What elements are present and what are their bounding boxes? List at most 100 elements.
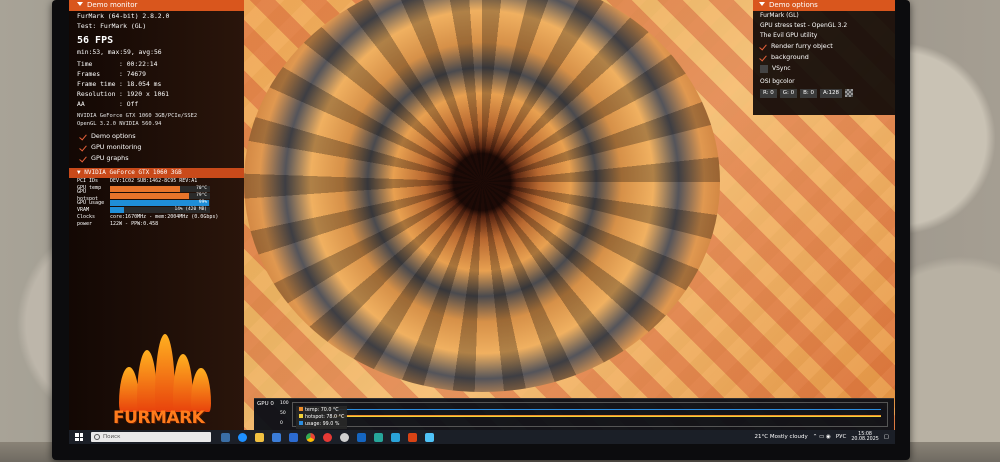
windows-start-icon[interactable] <box>75 433 83 441</box>
gpu-bar-value: 79°C <box>196 192 207 198</box>
gpu-info-2: OpenGL 3.2.0 NVIDIA 560.94 <box>77 121 162 127</box>
collapse-icon <box>759 2 765 6</box>
bgcolor-inputs: R: 0 G: 0 B: 0 A:128 <box>753 89 895 98</box>
flame-shape <box>137 350 157 412</box>
stats-list: Time: 00:22:14 Frames: 74679 Frame time: 1… <box>69 59 244 109</box>
gpu-row-text: DEV:1C02 SUB:1462-8C95 REV:A1 <box>110 178 198 184</box>
mail-icon[interactable] <box>289 432 298 442</box>
language-indicator[interactable]: РУС <box>836 434 847 440</box>
task-view-icon[interactable] <box>221 432 230 442</box>
stat-value: 1920 x 1061 <box>126 90 170 98</box>
stat-label: Frames <box>77 70 101 78</box>
gpu-bar-value: 14% (420 MB) <box>174 207 207 213</box>
checkmark-icon <box>79 133 87 141</box>
tray-icons[interactable]: ⌃ ▭ ◉ <box>813 434 831 440</box>
stat-value: Off <box>126 100 139 108</box>
test-name: Test: FurMark (GL) <box>77 22 147 30</box>
flame-shape <box>191 368 211 412</box>
bgcolor-a-input[interactable]: A:128 <box>820 89 843 98</box>
bgcolor-b-input[interactable]: B: 0 <box>800 89 818 98</box>
left-checks: Demo options GPU monitoring GPU graphs <box>69 131 244 164</box>
background-checkbox[interactable]: background <box>753 52 895 63</box>
demo-monitor-header[interactable]: Demo monitor <box>69 0 244 11</box>
app-icon[interactable] <box>340 432 349 442</box>
furmark-taskbar-icon[interactable] <box>408 432 417 442</box>
checkbox-empty-icon <box>760 64 768 73</box>
option-checkbox[interactable]: GPU graphs <box>69 153 244 164</box>
gpu-bar-fill <box>110 200 209 207</box>
gpu-bar: 14% (420 MB) <box>110 207 210 214</box>
stat-value: 00:22:14 <box>126 60 158 68</box>
opera-icon[interactable] <box>323 432 332 442</box>
option-line: The Evil GPU utility <box>760 32 818 39</box>
gpu-bar-fill <box>110 192 189 199</box>
weather-widget[interactable]: 21°C Mostly cloudy <box>755 434 808 440</box>
gpu-bar: 79°C <box>110 192 210 199</box>
taskbar-search[interactable]: Поиск <box>91 432 211 442</box>
graph-ymid: 50 <box>280 411 286 416</box>
gpu-row-text: 122W - PPW:0.458 <box>110 221 159 228</box>
monitor: Demo monitor FurMark (64-bit) 2.8.2.0 Te… <box>52 0 910 460</box>
taskbar-apps <box>221 432 434 442</box>
vsync-checkbox[interactable]: VSync <box>753 63 895 74</box>
file-explorer-icon[interactable] <box>255 432 264 442</box>
legend-swatch <box>299 407 303 411</box>
graph-plot-area <box>292 402 888 427</box>
gpu-row-label: GPU usage <box>77 199 105 206</box>
stat-label: Time <box>77 60 93 68</box>
store-icon[interactable] <box>272 432 281 442</box>
option-line: GPU stress test - OpenGL 3.2 <box>760 22 848 29</box>
stat-label: Resolution <box>77 90 116 98</box>
gpu-row-label: Clocks <box>77 213 96 220</box>
clock-date: 20.08.2025 <box>851 437 879 442</box>
app-title: FurMark (64-bit) 2.8.2.0 <box>77 12 170 20</box>
option-checkbox[interactable]: Demo options <box>69 131 244 142</box>
legend-item: usage: 99.0 % <box>299 421 344 428</box>
demo-monitor-panel: Demo monitor FurMark (64-bit) 2.8.2.0 Te… <box>69 0 244 245</box>
gpu-graph: GPU 0 100 50 0 temp: 70.0 °C hotspot: 78.… <box>254 398 894 430</box>
furmark-logo: FURMARK <box>109 334 219 430</box>
chrome-icon[interactable] <box>306 432 315 442</box>
graph-legend: temp: 70.0 °C hotspot: 78.0 °C usage: 99.0… <box>296 406 348 429</box>
stat-row: AA: Off <box>77 100 139 108</box>
color-swatch[interactable] <box>845 89 854 97</box>
checkmark-icon <box>759 43 767 51</box>
gpu-bar: 99% <box>110 200 210 207</box>
bgcolor-r-input[interactable]: R: 0 <box>760 89 777 98</box>
stat-label: AA <box>77 100 85 108</box>
demo-options-header[interactable]: Demo options <box>753 0 895 11</box>
clock[interactable]: 15:08 20.08.2025 <box>851 432 878 443</box>
app-icon[interactable] <box>425 432 434 442</box>
option-line: FurMark (GL) <box>760 12 799 19</box>
gpu-row: power 122W - PPW:0.458 <box>77 221 244 228</box>
gpu-bar-fill <box>110 185 180 192</box>
word-icon[interactable] <box>357 432 366 442</box>
flame-shape <box>119 367 139 412</box>
stat-row: Frames: 74679 <box>77 70 146 78</box>
stat-row: Time: 00:22:14 <box>77 60 158 68</box>
gpu-row-label: PCI IDs <box>77 178 99 184</box>
hotspot-line <box>333 416 881 417</box>
legend-item: temp: 70.0 °C <box>299 407 344 414</box>
stat-row: Frame time: 18.054 ms <box>77 80 162 88</box>
option-checkbox[interactable]: GPU monitoring <box>69 142 244 153</box>
graph-ymax: 100 <box>280 401 289 406</box>
windows-taskbar: Поиск 21°C Mostly cloudy ⌃ ▭ ◉ РУС 15:08… <box>69 430 895 444</box>
graph-title: GPU 0 <box>257 401 274 407</box>
gpu-row: VRAM 14% (420 MB) <box>77 207 244 214</box>
gpu-bar-value: 70°C <box>196 185 207 191</box>
gpu-monitor-header[interactable]: ▼ NVIDIA GeForce GTX 1060 3GB <box>69 168 244 178</box>
usage-line <box>333 409 881 410</box>
stat-value: 18.054 ms <box>126 80 162 88</box>
telegram-icon[interactable] <box>391 432 400 442</box>
bgcolor-label: OSI bgcolor <box>760 78 795 85</box>
render-furry-checkbox[interactable]: Render furry object <box>753 41 895 52</box>
app-icon[interactable] <box>374 432 383 442</box>
notification-icon[interactable]: ▢ <box>884 434 889 440</box>
bgcolor-g-input[interactable]: G: 0 <box>779 89 798 98</box>
stat-row: Resolution: 1920 x 1061 <box>77 90 170 98</box>
stat-value: 74679 <box>126 70 146 78</box>
logo-text: FURMARK <box>113 408 205 428</box>
gpu-row: PCI IDs DEV:1C02 SUB:1462-8C95 REV:A1 <box>77 178 244 185</box>
edge-icon[interactable] <box>238 432 247 442</box>
